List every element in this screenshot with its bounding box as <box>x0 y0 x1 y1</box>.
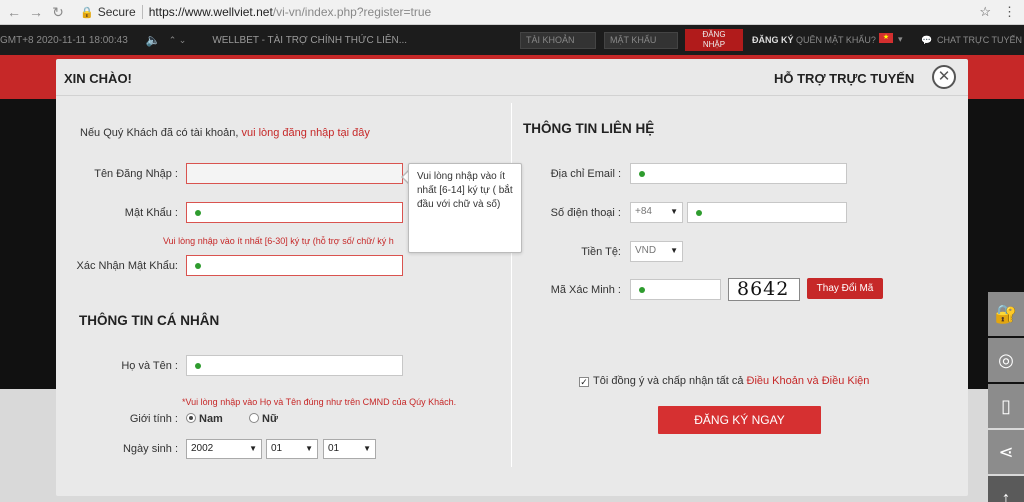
secure-label: Secure <box>97 5 136 19</box>
captcha-label: Mã Xác Minh : <box>550 284 621 296</box>
bookmark-star-icon[interactable]: ☆ <box>979 4 991 20</box>
gender-male-option[interactable]: Nam <box>186 413 223 425</box>
reload-icon[interactable]: ↻ <box>50 4 66 20</box>
login-label-2: NHẬP <box>702 40 726 49</box>
phone-label: Số điện thoại : <box>550 207 621 219</box>
site-header: GMT+8 2020-11-11 18:00:43 🔈 ⌃ ⌄ WELLBET … <box>0 25 1024 55</box>
url-separator <box>141 5 143 19</box>
chevron-down-icon: ▼ <box>249 444 257 453</box>
birthday-label: Ngày sinh : <box>122 443 178 455</box>
header-login-button[interactable]: ĐĂNG NHẬP <box>685 29 743 51</box>
gender-male-radio[interactable] <box>186 413 196 423</box>
valid-dot-icon <box>195 363 201 369</box>
valid-dot-icon <box>195 263 201 269</box>
valid-dot-icon <box>639 171 645 177</box>
dock-mobile-icon[interactable]: ▯ <box>988 384 1024 428</box>
currency-select[interactable]: VND ▼ <box>630 241 683 262</box>
password-label: Mật Khẩu : <box>124 207 178 219</box>
dock-rocket-icon[interactable]: ↑ <box>988 476 1024 502</box>
birth-month-value: 01 <box>271 443 283 454</box>
agree-text: Tôi đồng ý và chấp nhận tất cả <box>593 375 744 387</box>
login-label-1: ĐĂNG <box>702 30 726 39</box>
address-bar[interactable]: https://www.wellviet.net/vi-vn/index.php… <box>149 5 431 19</box>
email-input[interactable] <box>630 163 847 184</box>
chevron-down-icon: ▼ <box>305 444 313 453</box>
chevron-down-icon: ▼ <box>363 444 371 453</box>
email-label: Địa chỉ Email : <box>550 168 621 180</box>
gender-female-radio[interactable] <box>249 413 259 423</box>
back-icon[interactable]: ← <box>6 4 22 20</box>
header-username-input[interactable]: TÀI KHOẢN <box>520 32 596 49</box>
valid-dot-icon <box>696 210 702 216</box>
captcha-image: 8642 <box>728 278 800 301</box>
confirm-password-input[interactable] <box>186 255 403 276</box>
login-prompt: Nếu Quý Khách đã có tài khoản, vui lòng … <box>80 127 370 139</box>
browser-toolbar: ← → ↻ 🔒 Secure https://www.wellviet.net/… <box>0 0 1024 25</box>
header-forgot-link[interactable]: QUÊN MẬT KHẨU? <box>796 35 876 45</box>
header-password-input[interactable]: MẬT KHẨU <box>604 32 678 49</box>
side-dock: 🔐 ◎ ▯ ⋖ ↑ <box>988 292 1024 502</box>
support-title[interactable]: HỖ TRỢ TRỰC TUYẾN <box>774 71 914 86</box>
username-label: Tên Đăng Nhập : <box>94 168 178 180</box>
birth-month-select[interactable]: 01 ▼ <box>266 439 318 459</box>
marquee-arrows-icon[interactable]: ⌃ ⌄ <box>169 35 187 46</box>
birth-year-select[interactable]: 2002 ▼ <box>186 439 262 459</box>
birth-day-value: 01 <box>328 443 340 454</box>
dock-share-icon[interactable]: ⋖ <box>988 430 1024 474</box>
captcha-refresh-button[interactable]: Thay Đổi Mã <box>807 278 883 299</box>
chat-bubble-icon[interactable]: 💬 <box>921 35 932 46</box>
currency-label: Tiền Tệ: <box>581 246 621 258</box>
vietnam-flag-icon[interactable]: ★ <box>879 33 893 43</box>
server-time: GMT+8 2020-11-11 18:00:43 <box>0 34 128 46</box>
marquee-text: WELLBET - TÀI TRỢ CHÍNH THỨC LIÊN... <box>212 34 408 46</box>
fullname-input[interactable] <box>186 355 403 376</box>
lock-icon: 🔒 <box>80 6 94 19</box>
valid-dot-icon <box>195 210 201 216</box>
personal-section-title: THÔNG TIN CÁ NHÂN <box>79 313 220 328</box>
login-prompt-text: Nếu Quý Khách đã có tài khoản, <box>80 127 239 139</box>
header-register-link[interactable]: ĐĂNG KÝ <box>752 35 794 45</box>
register-now-button[interactable]: ĐĂNG KÝ NGAY <box>658 406 821 434</box>
chevron-down-icon: ▼ <box>670 207 678 216</box>
password-input[interactable] <box>186 202 403 223</box>
confirm-password-label: Xác Nhận Mật Khẩu: <box>76 260 178 272</box>
chevron-down-icon: ▼ <box>670 246 678 255</box>
column-divider <box>511 103 512 467</box>
gender-male-label: Nam <box>199 413 223 425</box>
agree-row: ✓ Tôi đồng ý và chấp nhận tất cả Điều Kho… <box>579 375 869 387</box>
language-dropdown-icon[interactable]: ▾ <box>898 34 903 45</box>
agree-checkbox[interactable]: ✓ <box>579 377 589 387</box>
currency-value: VND <box>635 245 657 256</box>
gender-female-option[interactable]: Nữ <box>249 413 278 425</box>
username-tooltip: Vui lòng nhập vào ít nhất [6-14] ký tự (… <box>408 163 522 253</box>
terms-link[interactable]: Điều Khoản và Điều Kiện <box>747 375 870 387</box>
birth-year-value: 2002 <box>191 443 214 454</box>
modal-divider <box>56 95 968 96</box>
modal-title: XIN CHÀO! <box>64 71 132 86</box>
fullname-hint: *Vui lòng nhập vào Họ và Tên đúng như tr… <box>182 397 457 407</box>
gender-female-label: Nữ <box>262 413 278 425</box>
dock-lock-icon[interactable]: 🔐 <box>988 292 1024 336</box>
login-link[interactable]: vui lòng đăng nhập tại đây <box>241 127 369 139</box>
dock-support-icon[interactable]: ◎ <box>988 338 1024 382</box>
birth-day-select[interactable]: 01 ▼ <box>323 439 376 459</box>
url-path: /vi-vn/index.php?register=true <box>272 5 432 19</box>
contact-section-title: THÔNG TIN LIÊN HỆ <box>523 121 655 136</box>
menu-icon[interactable]: ⋮ <box>1003 4 1016 20</box>
header-chat-link[interactable]: CHAT TRỰC TUYẾN <box>937 35 1022 45</box>
forward-icon[interactable]: → <box>28 4 44 20</box>
fullname-label: Họ và Tên : <box>121 360 178 372</box>
phone-code-value: +84 <box>635 206 652 217</box>
url-host: https://www.wellviet.net <box>148 5 273 19</box>
phone-input[interactable] <box>687 202 847 223</box>
captcha-input[interactable] <box>630 279 721 300</box>
phone-code-select[interactable]: +84 ▼ <box>630 202 683 223</box>
register-modal: XIN CHÀO! HỖ TRỢ TRỰC TUYẾN ✕ Nếu Quý Kh… <box>56 59 968 496</box>
close-icon[interactable]: ✕ <box>932 65 956 89</box>
password-hint: Vui lòng nhập vào ít nhất [6-30] ký tự (… <box>163 236 394 246</box>
username-input[interactable] <box>186 163 403 184</box>
valid-dot-icon <box>639 287 645 293</box>
gender-label: Giới tính : <box>129 413 178 425</box>
speaker-icon: 🔈 <box>145 33 161 47</box>
